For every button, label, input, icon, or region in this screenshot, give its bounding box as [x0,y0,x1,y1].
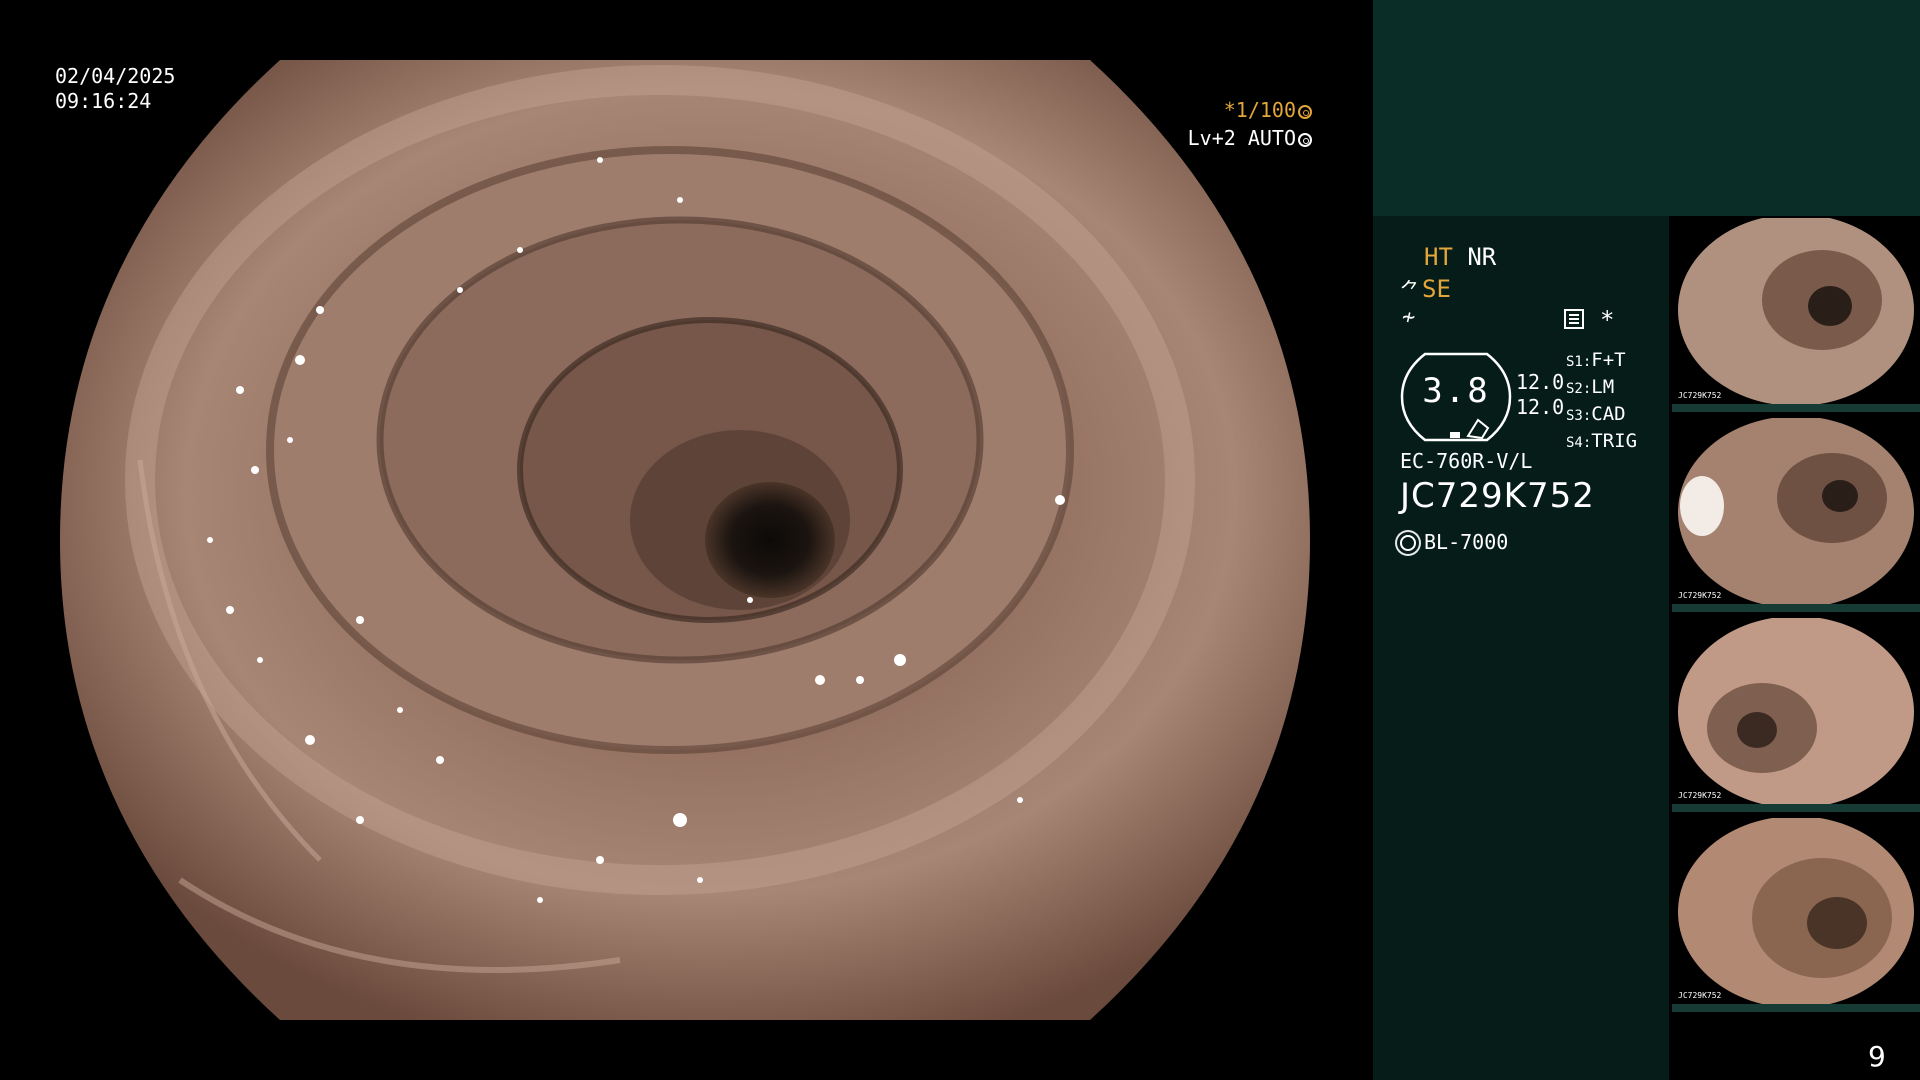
se-indicator: ⺈SE [1400,274,1451,303]
scope-serial: JC729K752 [1400,476,1595,516]
auto-exposure-icon [1298,133,1312,147]
thumb-3-bar [1672,804,1920,812]
switch-s2: S2:LM [1566,376,1615,398]
thumbnail-2[interactable]: JC729K752 [1672,418,1920,612]
level-text: Lv+2 AUTO [1187,126,1296,150]
value-2: 12.0 [1516,395,1565,419]
flow-icon: ≁ [1402,305,1416,330]
nr-label: NR [1467,243,1497,271]
structure-enhance-icon: ⺈ [1400,278,1420,302]
thumbnail-1[interactable]: JC729K752 [1672,218,1920,412]
thumbnail-4[interactable]: JC729K752 [1672,818,1920,1012]
date-text: 02/04/2025 [55,64,176,88]
thumbnail-3[interactable]: JC729K752 [1672,618,1920,812]
settings-panel [1373,216,1669,1080]
thumb-4-serial: JC729K752 [1678,991,1722,1000]
date-time: 02/04/2025 09:16:24 [55,64,175,114]
gauge-value: 3.8 [1422,371,1490,411]
top-info-area [1373,0,1920,216]
se-label: SE [1422,275,1451,303]
page-number: 9 [1868,1040,1886,1073]
ht-nr-indicator: HT NR [1424,243,1496,271]
aperture-icon [1298,105,1312,119]
level-indicator: Lv+2 AUTO [1188,126,1312,150]
menu-icon [1564,309,1584,329]
switch-s3: S3:CAD [1566,403,1626,425]
thumb-1-bar [1672,404,1920,412]
endoscope-main-image [60,60,1310,1020]
light-icon [1400,535,1416,551]
light-source: BL-7000 [1400,530,1508,554]
switch-settings: S1:F+T S2:LM S3:CAD S4:TRIG [1566,348,1637,456]
switch-s4: S4:TRIG [1566,430,1638,452]
thumb-4-bar [1672,1004,1920,1012]
scope-model: EC-760R-V/L [1400,449,1533,473]
thumb-3-serial: JC729K752 [1678,791,1722,800]
switch-s1: S1:F+T [1566,349,1626,371]
shutter-text: *1/100 [1223,98,1296,122]
lumen-illustration [60,60,1310,1020]
value-1: 12.0 [1516,370,1565,394]
time-text: 09:16:24 [55,89,152,113]
thumb-1-serial: JC729K752 [1678,391,1722,400]
thumb-2-bar [1672,604,1920,612]
light-source-label: BL-7000 [1424,530,1509,554]
value-readouts: 12.0 12.0 [1516,370,1564,420]
shutter-indicator: *1/100 [1224,98,1312,122]
asterisk-icon: * [1600,306,1615,334]
ht-label: HT [1424,243,1453,271]
thumb-2-serial: JC729K752 [1678,591,1722,600]
